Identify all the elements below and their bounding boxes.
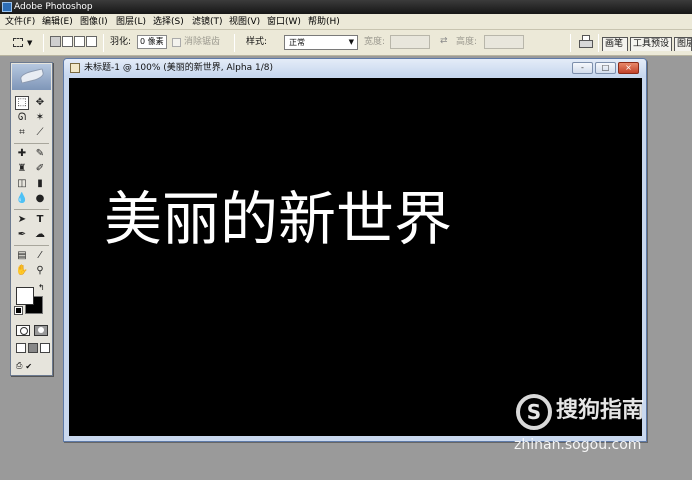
watermark-url: zhinan.sogou.com [514,437,642,453]
foreground-color-swatch[interactable] [16,287,34,305]
app-title-bar: Adobe Photoshop [0,0,692,14]
sogou-logo-icon: S [516,394,552,430]
width-input[interactable] [390,35,430,49]
style-select[interactable]: 正常 ▼ [284,35,358,50]
menu-bar: 文件(F) 编辑(E) 图像(I) 图层(L) 选择(S) 滤镜(T) 视图(V… [0,14,692,30]
tab-layers[interactable]: 图层 [674,37,692,51]
menu-help[interactable]: 帮助(H) [308,16,340,28]
type-tool-icon[interactable]: T [33,213,47,227]
menu-file[interactable]: 文件(F) [5,16,35,28]
menu-edit[interactable]: 编辑(E) [42,16,73,28]
watermark-brand: 搜狗指南 [556,398,645,423]
swap-colors-icon[interactable]: ↰ [38,283,45,292]
divider [234,34,235,52]
blur-tool-icon[interactable]: 💧 [15,192,29,206]
feather-logo-icon [19,68,45,84]
tab-brushes[interactable]: 画笔 [602,37,628,51]
chevron-down-icon: ▼ [27,39,33,47]
antialias-label: 消除锯齿 [184,37,221,47]
antialias-checkbox[interactable] [172,38,181,47]
add-to-selection-button[interactable] [62,36,73,47]
dodge-tool-icon[interactable]: ● [33,192,47,206]
style-label: 样式: [246,37,268,47]
toolbox: ⬚ ✥ ᘏ ✶ ⌗ ⟋ ✚ ✎ ♜ ✐ ◫ ▮ 💧 ● ➤ T ✒ ☁ ▤ ⁄ … [10,62,53,376]
clone-stamp-tool-icon[interactable]: ♜ [15,162,29,176]
lasso-tool-icon[interactable]: ᘏ [15,111,29,125]
hand-tool-icon[interactable]: ✋ [15,264,29,278]
height-input[interactable] [484,35,524,49]
width-label: 宽度: [364,37,386,47]
divider [598,34,599,52]
chevron-down-icon: ▼ [348,38,354,46]
app-title: Adobe Photoshop [14,2,93,12]
intersect-selection-button[interactable] [86,36,97,47]
menu-filter[interactable]: 滤镜(T) [192,16,223,28]
standard-mode-button[interactable] [16,325,30,336]
magic-wand-tool-icon[interactable]: ✶ [33,111,47,125]
document-title-bar[interactable]: 未标题-1 @ 100% (美丽的新世界, Alpha 1/8) - □ × [64,59,646,77]
photoshop-icon [2,2,12,12]
menu-select[interactable]: 选择(S) [153,16,184,28]
gradient-tool-icon[interactable]: ▮ [33,177,47,191]
divider [14,143,49,144]
document-window: 未标题-1 @ 100% (美丽的新世界, Alpha 1/8) - □ × 美… [63,58,647,442]
brush-tool-icon[interactable]: ✎ [33,147,47,161]
notes-tool-icon[interactable]: ▤ [15,249,29,263]
crop-tool-icon[interactable]: ⌗ [15,126,29,140]
menu-view[interactable]: 视图(V) [229,16,260,28]
subtract-selection-button[interactable] [74,36,85,47]
imageready-icon: ⎙ [16,361,23,370]
toolbox-header[interactable] [12,64,51,90]
healing-brush-tool-icon[interactable]: ✚ [15,147,29,161]
marquee-tool-icon[interactable]: ⬚ [15,96,29,110]
divider [14,245,49,246]
history-brush-tool-icon[interactable]: ✐ [33,162,47,176]
menu-window[interactable]: 窗口(W) [267,16,301,28]
full-screen-mode-button[interactable] [40,343,50,353]
path-selection-tool-icon[interactable]: ➤ [15,213,29,227]
eyedropper-tool-icon[interactable]: ⁄ [33,249,47,263]
tab-tool-presets[interactable]: 工具预设 [630,37,672,51]
height-label: 高度: [456,37,478,47]
divider [14,209,49,210]
style-select-value: 正常 [289,38,305,47]
move-tool-icon[interactable]: ✥ [33,96,47,110]
slice-tool-icon[interactable]: ⟋ [33,126,47,140]
divider [103,34,104,52]
document-icon [70,63,80,73]
minimize-button[interactable]: - [572,62,593,74]
divider [43,34,44,52]
close-button[interactable]: × [618,62,639,74]
zoom-tool-icon[interactable]: ⚲ [33,264,47,278]
tool-preset-picker[interactable]: ▼ [9,36,33,50]
options-bar: ▼ 羽化: 0 像素 消除锯齿 样式: 正常 ▼ 宽度: ⇄ 高度: 画笔 工具… [0,30,692,56]
menu-image[interactable]: 图像(I) [80,16,108,28]
swap-dimensions-icon[interactable]: ⇄ [440,36,448,46]
standard-screen-mode-button[interactable] [16,343,26,353]
feather-label: 羽化: [110,37,132,47]
feather-input[interactable]: 0 像素 [137,35,167,49]
eraser-tool-icon[interactable]: ◫ [15,177,29,191]
checkmark-icon: ✔ [25,361,33,371]
canvas[interactable]: 美丽的新世界 [69,78,642,436]
new-selection-button[interactable] [50,36,61,47]
pen-tool-icon[interactable]: ✒ [15,228,29,242]
full-screen-menu-mode-button[interactable] [28,343,38,353]
quick-mask-mode-button[interactable] [34,325,48,336]
printer-icon[interactable] [578,34,594,50]
custom-shape-tool-icon[interactable]: ☁ [33,228,47,242]
menu-layer[interactable]: 图层(L) [116,16,146,28]
default-colors-icon[interactable] [14,306,23,315]
document-title: 未标题-1 @ 100% (美丽的新世界, Alpha 1/8) [84,63,273,73]
marquee-icon [13,38,23,47]
jump-to-imageready-button[interactable]: ⎙ ✔ [16,360,48,372]
divider [570,34,571,52]
canvas-text-layer[interactable]: 美丽的新世界 [104,184,452,254]
maximize-button[interactable]: □ [595,62,616,74]
